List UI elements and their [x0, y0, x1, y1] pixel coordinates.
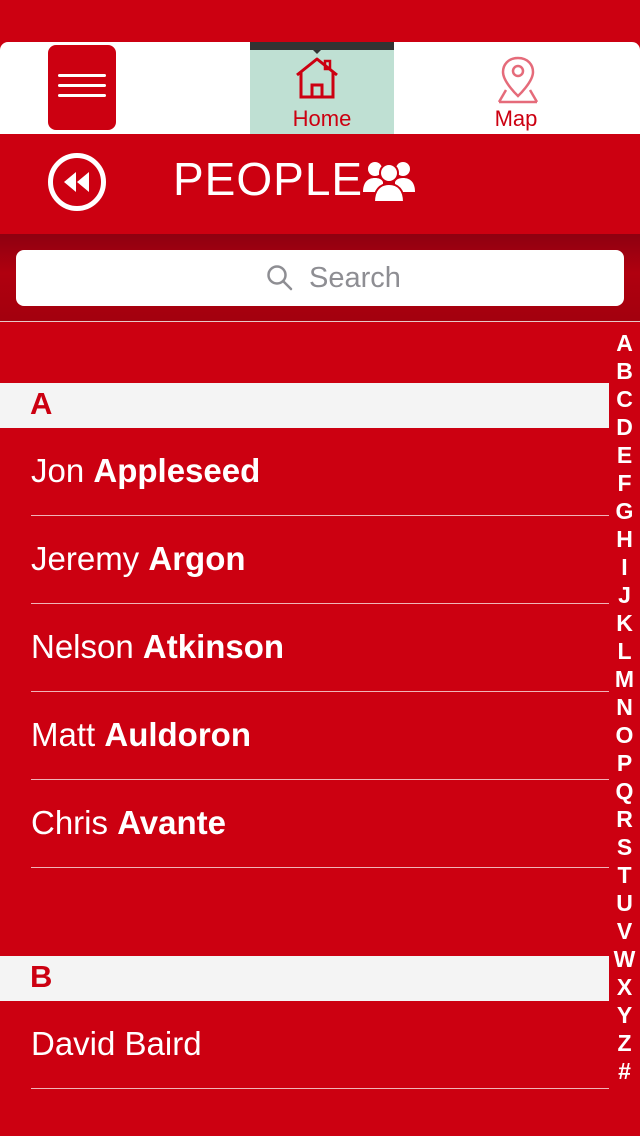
people-group-icon: [363, 162, 415, 202]
first-name: Jeremy: [31, 540, 149, 577]
section-letter: B: [30, 959, 53, 994]
row-divider: [31, 867, 609, 868]
first-name: Matt: [31, 716, 105, 753]
last-name: Atkinson: [142, 628, 285, 665]
index-letter-v[interactable]: V: [609, 918, 640, 945]
back-button[interactable]: [48, 153, 106, 211]
last-name: Argon: [148, 540, 246, 577]
row-divider: [31, 1088, 609, 1089]
list-item[interactable]: Chris Avante: [0, 780, 609, 868]
index-letter-e[interactable]: E: [609, 442, 640, 469]
section-header-a: A: [0, 383, 609, 428]
list-item[interactable]: David Baird: [0, 1001, 609, 1089]
index-letter-k[interactable]: K: [609, 610, 640, 637]
index-letter-h[interactable]: H: [609, 526, 640, 553]
menu-button[interactable]: [48, 45, 116, 130]
top-tab-bar: Home Map: [0, 42, 640, 134]
rewind-back-icon: [64, 172, 89, 192]
first-name: David Baird: [31, 1025, 202, 1062]
index-letter-f[interactable]: F: [609, 470, 640, 497]
index-letter-d[interactable]: D: [609, 414, 640, 441]
index-letter-m[interactable]: M: [609, 666, 640, 693]
index-letter-hash[interactable]: #: [609, 1058, 640, 1085]
search-input[interactable]: Search: [16, 250, 624, 306]
people-list[interactable]: A Jon Appleseed Jeremy Argon Nelson Atki…: [0, 322, 609, 1136]
house-icon: [296, 57, 338, 99]
index-letter-c[interactable]: C: [609, 386, 640, 413]
last-name: Avante: [117, 804, 227, 841]
index-letter-i[interactable]: I: [609, 554, 640, 581]
first-name: Nelson: [31, 628, 143, 665]
first-name: Chris: [31, 804, 118, 841]
alphabet-index[interactable]: A B C D E F G H I J K L M N O P Q R S T U V W X Y Z #: [609, 330, 640, 1090]
index-letter-a[interactable]: A: [609, 330, 640, 357]
tab-home[interactable]: Home: [250, 42, 394, 134]
list-item[interactable]: Jon Appleseed: [0, 428, 609, 516]
index-letter-b[interactable]: B: [609, 358, 640, 385]
search-bar-container: Search: [0, 234, 640, 322]
tab-map-label: Map: [494, 106, 538, 131]
index-letter-y[interactable]: Y: [609, 1002, 640, 1029]
last-name: Auldoron: [104, 716, 251, 753]
index-letter-p[interactable]: P: [609, 750, 640, 777]
index-letter-r[interactable]: R: [609, 806, 640, 833]
index-letter-o[interactable]: O: [609, 722, 640, 749]
search-placeholder: Search: [309, 262, 401, 294]
index-letter-z[interactable]: Z: [609, 1030, 640, 1057]
index-letter-l[interactable]: L: [609, 638, 640, 665]
index-letter-s[interactable]: S: [609, 834, 640, 861]
list-item[interactable]: Jeremy Argon: [0, 516, 609, 604]
page-title: PEOPLE: [173, 153, 364, 205]
last-name: Appleseed: [93, 452, 261, 489]
tab-map[interactable]: Map: [444, 42, 588, 134]
index-letter-u[interactable]: U: [609, 890, 640, 917]
list-item[interactable]: Nelson Atkinson: [0, 604, 609, 692]
section-letter: A: [30, 386, 53, 421]
first-name: Jon: [31, 452, 94, 489]
page-header: PEOPLE: [0, 134, 640, 234]
index-letter-q[interactable]: Q: [609, 778, 640, 805]
index-letter-n[interactable]: N: [609, 694, 640, 721]
index-letter-g[interactable]: G: [609, 498, 640, 525]
tab-home-label: Home: [292, 106, 352, 131]
map-pin-icon: [497, 56, 539, 104]
section-header-b: B: [0, 956, 609, 1001]
index-letter-w[interactable]: W: [609, 946, 640, 973]
search-icon: [267, 265, 293, 291]
index-letter-t[interactable]: T: [609, 862, 640, 889]
list-item[interactable]: Matt Auldoron: [0, 692, 609, 780]
index-letter-j[interactable]: J: [609, 582, 640, 609]
index-letter-x[interactable]: X: [609, 974, 640, 1001]
